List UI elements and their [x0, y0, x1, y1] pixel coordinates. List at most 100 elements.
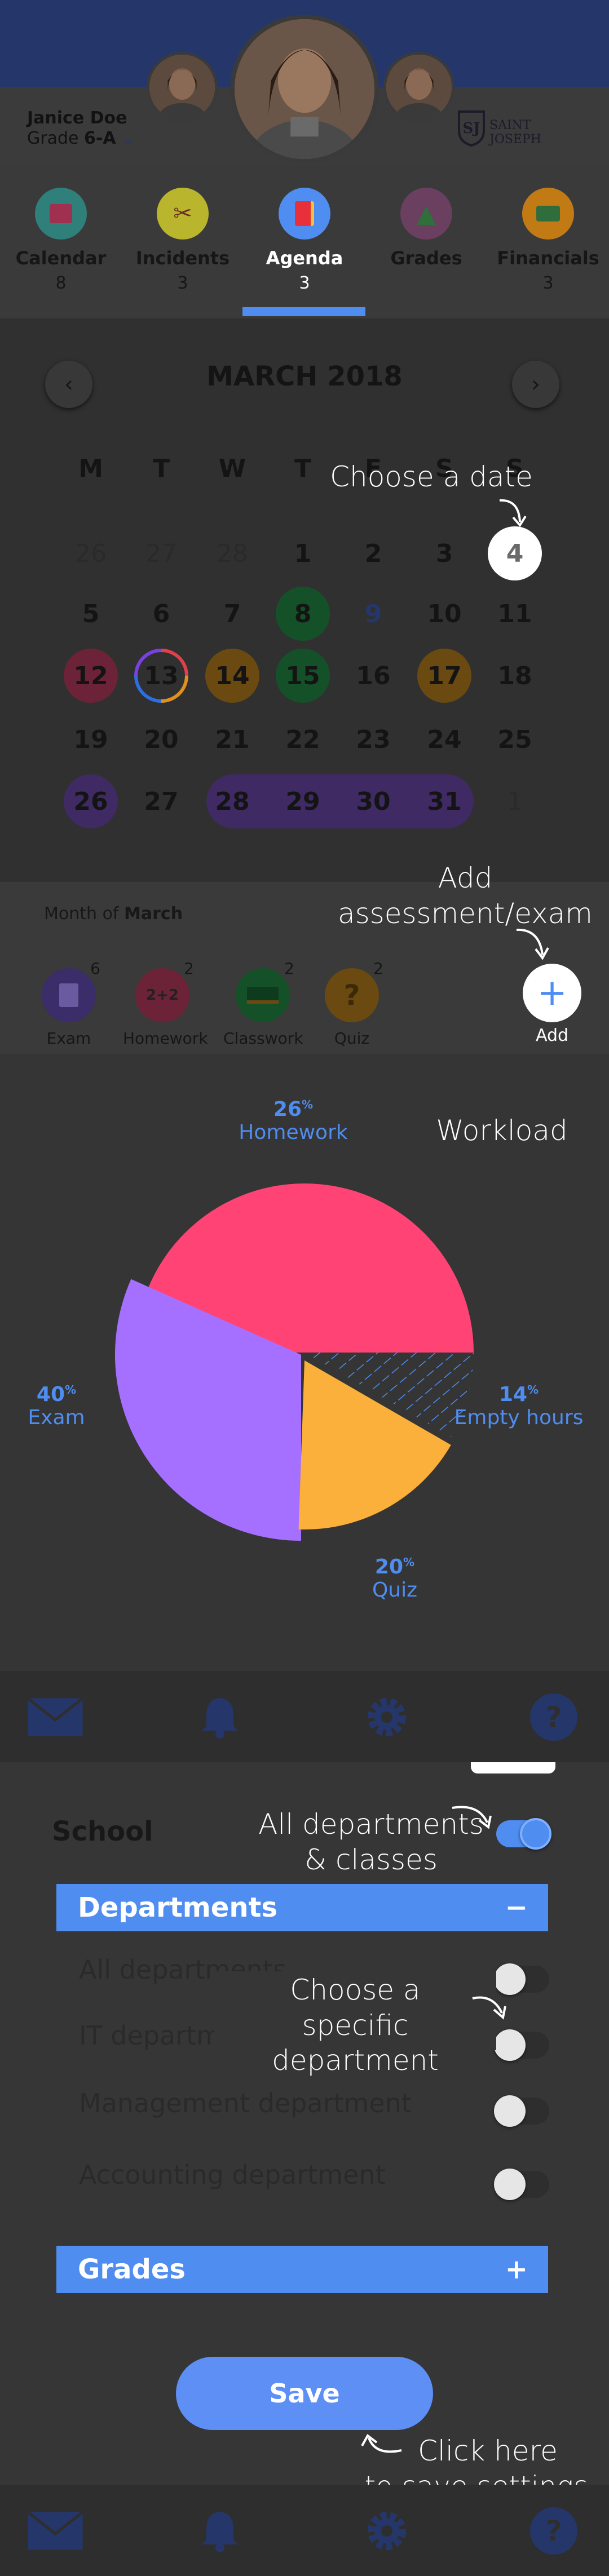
annotation-line: Add [438, 862, 493, 894]
department-toggle[interactable] [494, 1963, 549, 1995]
category-exam[interactable]: Exam 6 [29, 959, 108, 1048]
calendar-day[interactable]: 14 [205, 649, 259, 703]
category-homework[interactable]: 2+2 Homework 2 [123, 959, 208, 1048]
department-toggle[interactable] [494, 2029, 549, 2061]
category-count: 2 [184, 959, 194, 978]
gear-icon[interactable] [359, 2507, 415, 2555]
calendar-day[interactable]: 29 [276, 774, 330, 828]
add-assessment-annotation: Add assessment/exam [333, 861, 598, 931]
calendar-day[interactable]: 6 [134, 587, 188, 641]
department-toggle[interactable] [494, 2095, 549, 2127]
calendar-day[interactable]: 28 [205, 774, 259, 828]
pie-label-text: Homework [239, 1121, 348, 1144]
drag-handle[interactable] [471, 1762, 555, 1774]
calendar-day[interactable]: 13 [134, 649, 188, 703]
calendar-day[interactable]: 16 [346, 649, 400, 703]
calendar-day[interactable]: 17 [417, 649, 471, 703]
expand-icon: + [505, 2254, 528, 2285]
calendar-day[interactable]: 10 [417, 587, 471, 641]
toggle-knob [494, 2029, 526, 2061]
calendar-day[interactable]: 21 [205, 712, 259, 766]
annotation-line: assessment/exam [337, 897, 593, 930]
pie-value: 14% [445, 1383, 592, 1406]
pie-value: 40% [11, 1383, 102, 1406]
calendar-day[interactable]: 22 [276, 712, 330, 766]
calendar-day[interactable]: 25 [488, 712, 542, 766]
all-departments-toggle[interactable] [496, 1818, 551, 1850]
calendar-day[interactable]: 19 [64, 712, 118, 766]
school-title: School [52, 1816, 153, 1847]
grade-selector[interactable]: Grade 6-A ⌄ [27, 128, 135, 148]
month-of-label: Month of March [44, 904, 183, 924]
annotation-line: & classes [304, 1843, 438, 1876]
add-assessment-button[interactable]: + [523, 964, 581, 1022]
toggle-knob [494, 2169, 526, 2200]
calendar-day[interactable]: 12 [64, 649, 118, 703]
calendar-day[interactable]: 8 [276, 587, 330, 641]
tab-count: 8 [55, 273, 67, 293]
bottom-nav: ? [0, 2485, 609, 2576]
calendar-day[interactable]: 2 [346, 526, 400, 580]
tab-count: 3 [299, 273, 310, 293]
calendar-day[interactable]: 31 [417, 774, 471, 828]
annotation-arrow [452, 1806, 492, 1829]
calendar-day[interactable]: 5 [64, 587, 118, 641]
departments-header[interactable]: Departments − [56, 1884, 548, 1931]
department-item-label: Accounting department [79, 2160, 386, 2190]
category-quiz[interactable]: ? Quiz 2 [312, 959, 391, 1048]
month-of-value: March [124, 904, 183, 924]
student-avatar[interactable] [230, 15, 379, 163]
selected-day[interactable]: 4 [488, 526, 542, 580]
pie-label-text: Empty hours [454, 1406, 584, 1429]
help-icon[interactable]: ? [526, 1693, 582, 1741]
calendar-day[interactable]: 9 [346, 587, 400, 641]
calendar-day[interactable]: 15 [276, 649, 330, 703]
annotation-line: specific department [272, 2009, 439, 2077]
tab-grades[interactable]: ▲ Grades [370, 188, 483, 273]
calendar-day[interactable]: 18 [488, 649, 542, 703]
tab-financials[interactable]: Financials 3 [492, 188, 604, 293]
help-icon[interactable]: ? [526, 2507, 582, 2555]
mail-icon[interactable] [27, 1693, 83, 1741]
sibling-avatar-right[interactable] [383, 52, 454, 123]
calendar-day[interactable]: 7 [205, 587, 259, 641]
calendar-day[interactable]: 27 [134, 774, 188, 828]
calendar-day[interactable]: 23 [346, 712, 400, 766]
quiz-icon: ? [325, 968, 379, 1022]
exam-icon [42, 968, 96, 1022]
classwork-icon [236, 968, 290, 1022]
calendar-day[interactable]: 26 [64, 526, 118, 580]
bell-icon[interactable] [192, 2507, 248, 2555]
calendar-day[interactable]: 20 [134, 712, 188, 766]
category-label: Exam [46, 1029, 91, 1048]
pie-value-number: 14 [498, 1383, 528, 1406]
calendar-day[interactable]: 26 [64, 774, 118, 828]
weekday-label: T [294, 454, 311, 483]
grades-header[interactable]: Grades + [56, 2246, 548, 2293]
category-label: Homework [123, 1029, 208, 1048]
category-classwork[interactable]: Classwork 2 [223, 959, 303, 1048]
calendar-day[interactable]: 27 [134, 526, 188, 580]
tab-incidents[interactable]: ✂ Incidents 3 [126, 188, 239, 293]
bell-icon[interactable] [192, 1693, 248, 1741]
workload-pie-chart [115, 1183, 474, 1541]
calendar-day[interactable]: 1 [488, 774, 542, 828]
tab-calendar[interactable]: Calendar 8 [5, 188, 117, 293]
department-toggle[interactable] [494, 2169, 549, 2200]
calendar-day[interactable]: 30 [346, 774, 400, 828]
calendar-day[interactable]: 24 [417, 712, 471, 766]
sibling-avatar-left[interactable] [147, 52, 218, 123]
calendar-day[interactable]: 1 [276, 526, 330, 580]
calendar-day[interactable]: 11 [488, 587, 542, 641]
weekday-label: T [152, 454, 170, 483]
tab-agenda[interactable]: Agenda 3 [248, 188, 361, 293]
calendar-day[interactable]: 28 [205, 526, 259, 580]
mail-icon[interactable] [27, 2507, 83, 2555]
choose-department-annotation: Choose a specific department [214, 1972, 496, 2078]
pie-value: 20% [338, 1555, 451, 1579]
category-count: 2 [284, 959, 294, 978]
annotation-arrow [516, 928, 549, 960]
gear-icon[interactable] [359, 1693, 415, 1741]
save-button[interactable]: Save [176, 2357, 433, 2430]
calendar-day[interactable]: 3 [417, 526, 471, 580]
